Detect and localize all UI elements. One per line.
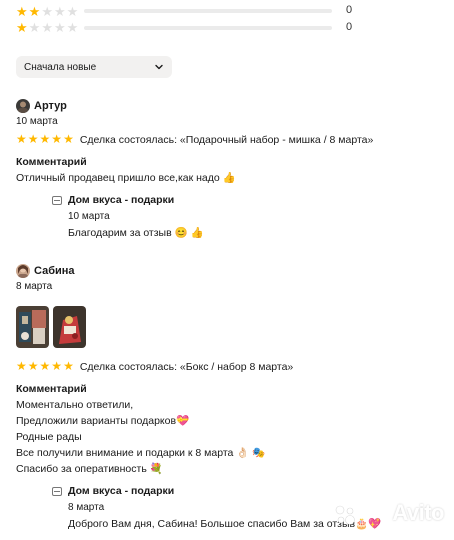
review-card: Сабина 8 марта ★ ★ ★ ★ ★ Сделка состояла… <box>16 264 446 530</box>
star-icon: ★ <box>27 359 39 373</box>
star-rating: ★ ★ ★ ★ ★ <box>16 360 74 373</box>
seller-reply: Дом вкуса - подарки 8 марта Доброго Вам … <box>52 485 446 530</box>
star-rating: ★ ★ ★ ★ ★ <box>16 5 78 18</box>
avatar <box>16 99 30 113</box>
deal-info: ★ ★ ★ ★ ★ Сделка состоялась: «Бокс / наб… <box>16 360 446 373</box>
star-icon: ★ <box>63 359 74 373</box>
rating-bar-1-star <box>84 26 332 30</box>
review-date: 10 марта <box>16 116 58 127</box>
star-icon: ★ <box>28 3 41 19</box>
chevron-down-icon <box>154 62 164 72</box>
star-icon: ★ <box>41 19 53 35</box>
reply-text: Доброго Вам дня, Сабина! Большое спасибо… <box>68 518 382 530</box>
star-icon: ★ <box>16 19 28 35</box>
comment-title: Комментарий <box>16 383 87 395</box>
comment-text: Отличный продавец пришло все,как надо 👍 <box>16 172 236 184</box>
author-name: Сабина <box>34 265 75 277</box>
rating-count-2-stars: 0 <box>346 4 353 16</box>
rating-count-1-star: 0 <box>346 21 353 33</box>
rating-row-1-star: ★ ★ ★ ★ ★ <box>16 20 78 34</box>
review-card: Артур 10 марта ★ ★ ★ ★ ★ Сделка состояла… <box>16 99 446 239</box>
author-name: Артур <box>34 100 67 112</box>
comment-title: Комментарий <box>16 156 87 168</box>
star-icon: ★ <box>39 359 51 373</box>
star-icon: ★ <box>51 359 63 373</box>
comment-line: Моментально ответили, <box>16 399 134 411</box>
shop-icon <box>52 195 62 205</box>
watermark: Avito <box>392 500 444 525</box>
seller-reply-header[interactable]: Дом вкуса - подарки <box>52 194 446 206</box>
star-icon: ★ <box>28 19 41 35</box>
reply-date: 10 марта <box>68 211 110 222</box>
review-author[interactable]: Сабина <box>16 264 446 278</box>
star-icon: ★ <box>63 132 74 146</box>
seller-reply: Дом вкуса - подарки 10 марта Благодарим … <box>52 194 446 239</box>
star-rating: ★ ★ ★ ★ ★ <box>16 133 74 146</box>
star-icon: ★ <box>16 359 27 373</box>
review-photo[interactable] <box>16 306 49 348</box>
reply-text: Благодарим за отзыв 😊 👍 <box>68 227 204 239</box>
comment-line: Все получили внимание и подарки к 8 март… <box>16 447 266 459</box>
star-icon: ★ <box>16 132 27 146</box>
deal-text: Сделка состоялась: «Бокс / набор 8 марта… <box>79 360 294 373</box>
star-icon: ★ <box>16 3 28 19</box>
star-icon: ★ <box>66 19 79 35</box>
review-date: 8 марта <box>16 281 53 292</box>
star-icon: ★ <box>51 132 63 146</box>
star-icon: ★ <box>41 3 53 19</box>
seller-name: Дом вкуса - подарки <box>68 485 175 497</box>
watermark-logo-icon <box>335 505 355 525</box>
review-photo[interactable] <box>53 306 86 348</box>
avatar <box>16 264 30 278</box>
comment-line: Спасибо за оперативность 💐 <box>16 463 163 475</box>
star-icon: ★ <box>53 3 66 19</box>
rating-row-2-stars: ★ ★ ★ ★ ★ <box>16 4 78 18</box>
sort-label: Сначала новые <box>24 61 97 73</box>
review-author[interactable]: Артур <box>16 99 446 113</box>
seller-reply-header[interactable]: Дом вкуса - подарки <box>52 485 446 497</box>
shop-icon <box>52 486 62 496</box>
comment-line: Родные рады <box>16 431 82 443</box>
star-rating: ★ ★ ★ ★ ★ <box>16 21 78 34</box>
review-photos <box>16 306 446 348</box>
star-icon: ★ <box>66 3 79 19</box>
star-icon: ★ <box>53 19 66 35</box>
deal-text: Сделка состоялась: «Подарочный набор - м… <box>79 133 374 146</box>
comment-line: Предложили варианты подарков💝 <box>16 415 190 427</box>
seller-name: Дом вкуса - подарки <box>68 194 175 206</box>
reply-date: 8 марта <box>68 502 105 513</box>
star-icon: ★ <box>39 132 51 146</box>
star-icon: ★ <box>27 132 39 146</box>
rating-bar-2-stars <box>84 9 332 13</box>
deal-info: ★ ★ ★ ★ ★ Сделка состоялась: «Подарочный… <box>16 133 446 146</box>
sort-dropdown[interactable]: Сначала новые <box>16 56 172 78</box>
